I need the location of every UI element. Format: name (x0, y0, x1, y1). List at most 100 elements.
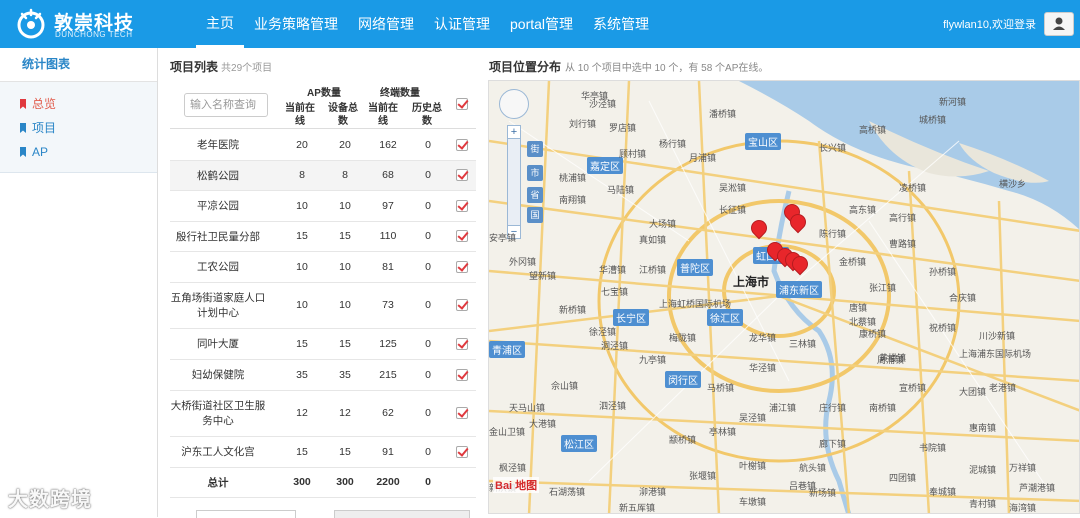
nav-system[interactable]: 系统管理 (583, 0, 659, 48)
place-label: 车墩镇 (739, 497, 767, 507)
sidebar-item-projects[interactable]: 项目 (0, 116, 157, 140)
district-label: 普陀区 (677, 259, 713, 276)
sidebar-title[interactable]: 统计图表 (0, 48, 157, 82)
row-checkbox[interactable] (456, 199, 468, 212)
table-row[interactable]: 五角场街道家庭人口计划中心 10 10 73 0 (170, 283, 476, 329)
city-label: 上海市 (733, 275, 770, 289)
table-row[interactable]: 大桥街道社区卫生服务中心 12 12 62 0 (170, 391, 476, 437)
nav-home[interactable]: 主页 (196, 0, 244, 48)
place-label: 顾村镇 (619, 149, 647, 159)
row-checkbox[interactable] (456, 407, 468, 419)
col-ap-online: 当前在线 (285, 103, 315, 127)
place-label: 老港镇 (989, 383, 1017, 393)
ap-online-cell: 10 (296, 260, 308, 273)
row-checkbox[interactable] (456, 299, 468, 311)
map-zoom-in-button[interactable]: + (507, 125, 521, 139)
ap-total-cell: 10 (339, 260, 351, 273)
place-label: 江桥镇 (639, 265, 667, 275)
ap-online-cell: 15 (296, 230, 308, 242)
project-name-cell: 妇幼保健院 (191, 369, 245, 381)
place-label: 新河镇 (939, 97, 967, 107)
place-label: 四团镇 (889, 473, 917, 483)
row-checkbox[interactable] (456, 337, 468, 350)
district-label: 徐汇区 (707, 309, 743, 326)
place-label: 泖港镇 (639, 487, 667, 497)
place-label: 大场镇 (649, 219, 677, 229)
place-label: 祝桥镇 (929, 323, 957, 333)
place-label: 望新镇 (529, 271, 557, 281)
district-label: 闵行区 (665, 371, 701, 388)
place-label: 大港镇 (529, 419, 557, 429)
sidebar-item-ap[interactable]: AP (0, 140, 157, 164)
place-label: 石湖荡镇 (549, 487, 586, 497)
total-term-history: 0 (425, 476, 431, 488)
row-checkbox[interactable] (456, 230, 468, 242)
terminal-history-cell: 0 (425, 138, 431, 151)
select-all-checkbox[interactable] (456, 98, 468, 110)
table-row[interactable]: 同叶大厦 15 15 125 0 (170, 329, 476, 360)
nav-auth[interactable]: 认证管理 (424, 0, 500, 48)
table-row[interactable]: 平凉公园 10 10 97 0 (170, 191, 476, 222)
place-label: 合庆镇 (949, 293, 977, 303)
nav-business-policy[interactable]: 业务策略管理 (244, 0, 348, 48)
sidebar-item-overview[interactable]: 总览 (0, 92, 157, 116)
map-zoom-slider[interactable] (507, 125, 521, 237)
map-scale-city[interactable]: 市 (527, 165, 543, 181)
map-scale-street[interactable]: 街 (527, 141, 543, 157)
table-row[interactable]: 工农公园 10 10 81 0 (170, 252, 476, 283)
place-label: 天马山镇 (509, 403, 546, 413)
place-label: 亭林镇 (709, 427, 737, 437)
project-list-title: 项目列表 共29个项目 (170, 58, 272, 75)
nav-network[interactable]: 网络管理 (348, 0, 424, 48)
project-search-input[interactable] (184, 93, 268, 117)
place-label: 宣桥镇 (899, 383, 927, 393)
user-greeting: flywlan10,欢迎登录 (943, 19, 1036, 31)
place-label: 三林镇 (789, 339, 817, 349)
table-row[interactable]: 沪东工人文化宫 15 15 91 0 (170, 437, 476, 468)
place-label: 新五厍镇 (619, 503, 656, 513)
place-label: 七宝镇 (601, 287, 629, 297)
place-label: 上海虹桥国际机场 (659, 299, 732, 309)
district-label: 长宁区 (613, 309, 649, 326)
place-label: 黄楼镇 (879, 353, 907, 363)
place-label: 枫泾镇 (499, 463, 527, 473)
top-navbar: 敦崇科技 DUNCHONG TECH 主页 业务策略管理 网络管理 认证管理 p… (0, 0, 1080, 48)
table-row[interactable]: 松鹤公园 8 8 68 0 (170, 161, 476, 191)
terminal-online-cell: 73 (382, 299, 394, 311)
map-summary: 从 10 个项目中选中 10 个，有 58 个AP在线。 (565, 63, 769, 74)
location-map[interactable]: + − 街 市 省 国 宝山区 嘉定区 普陀区 虹口区 浦东新区 长宁区 徐汇区… (488, 80, 1080, 514)
ap-total-cell: 20 (339, 138, 351, 151)
nav-portal[interactable]: portal管理 (500, 0, 583, 48)
table-row[interactable]: 殷行社卫民量分部 15 15 110 0 (170, 222, 476, 252)
place-label: 洞泾镇 (601, 341, 629, 351)
row-checkbox[interactable] (456, 445, 468, 458)
map-pan-control[interactable] (499, 89, 529, 119)
ap-online-cell: 12 (296, 407, 308, 419)
place-label: 金山卫镇 (489, 427, 526, 437)
ap-online-cell: 15 (296, 337, 308, 350)
terminal-online-cell: 215 (379, 368, 397, 381)
row-checkbox[interactable] (456, 138, 468, 151)
total-label: 总计 (207, 477, 229, 489)
row-checkbox[interactable] (456, 368, 468, 381)
place-label: 龙华镇 (749, 333, 777, 343)
brand-logo[interactable]: 敦崇科技 DUNCHONG TECH (14, 6, 164, 42)
col-term-online: 当前在线 (368, 103, 398, 127)
bookmark-icon (20, 147, 26, 157)
row-checkbox[interactable] (456, 169, 468, 181)
project-name-cell: 五角场街道家庭人口计划中心 (170, 292, 266, 319)
ap-online-cell: 15 (296, 445, 308, 458)
place-label: 城桥镇 (919, 115, 947, 125)
user-menu-button[interactable] (1044, 12, 1074, 36)
table-row[interactable]: 老年医院 20 20 162 0 (170, 130, 476, 161)
terminal-history-cell: 0 (425, 445, 431, 458)
terminal-history-cell: 0 (425, 260, 431, 273)
place-label: 南桥镇 (869, 403, 897, 413)
brand-tagline: DUNCHONG TECH (55, 30, 133, 39)
table-row[interactable]: 妇幼保健院 35 35 215 0 (170, 360, 476, 391)
map-scale-country[interactable]: 国 (527, 207, 543, 223)
district-label: 宝山区 (745, 133, 781, 150)
place-label: 长征镇 (719, 205, 747, 215)
row-checkbox[interactable] (456, 260, 468, 273)
map-scale-province[interactable]: 省 (527, 187, 543, 203)
